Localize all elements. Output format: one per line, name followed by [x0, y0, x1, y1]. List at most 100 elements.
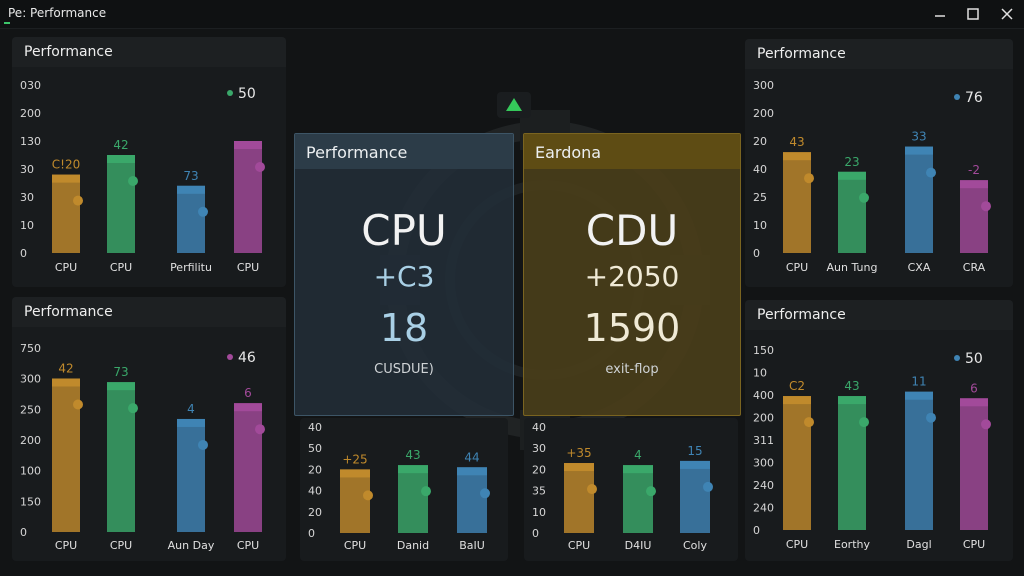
bar-cap [783, 396, 811, 405]
legend-dot [954, 94, 960, 100]
chart-bottom-center-left: 0 20 40 20 50 40 CPU +25 Danid 43 BaIU 44 [308, 421, 490, 552]
y-tick-label: 10 [20, 219, 34, 232]
y-tick-label: 10 [753, 367, 767, 380]
y-tick-label: 750 [20, 342, 41, 355]
x-tick-label: CPU [963, 538, 985, 551]
bar [783, 396, 811, 530]
y-tick-label: 150 [20, 495, 41, 508]
chart-top-left: 0 10 30 30 130 200 030 CPU C!20 CPU 42 Perfilitu 73 C… [20, 79, 265, 274]
y-tick-label: 20 [308, 506, 322, 519]
y-tick-label: 0 [20, 247, 27, 260]
bar-cap [783, 152, 811, 161]
bar-marker [73, 399, 83, 410]
bar-cap [234, 403, 262, 412]
bar [680, 460, 710, 533]
bar-marker [255, 162, 265, 172]
bar-marker [926, 167, 936, 178]
bar-marker [859, 192, 869, 203]
card-title: Performance [306, 143, 408, 162]
y-tick-label: 130 [20, 135, 41, 148]
y-tick-label: 20 [532, 463, 546, 476]
bar-marker [859, 417, 869, 428]
bar [960, 180, 988, 253]
data-label: 42 [58, 361, 73, 375]
card-value: 18 [379, 306, 429, 350]
bar-marker [703, 481, 713, 492]
bar [905, 146, 933, 253]
x-tick-label: CPU [237, 539, 259, 552]
x-tick-label: Coly [683, 539, 707, 552]
bar-cap [398, 465, 428, 474]
y-tick-label: 50 [308, 442, 322, 455]
data-label: 6 [970, 381, 978, 395]
x-tick-label: Aun Tung [827, 261, 878, 274]
y-tick-label: 10 [532, 506, 546, 519]
panel-bottom-center-right: 0 10 35 20 30 40 CPU +35 D4IU 4 Coly 15 [524, 418, 738, 561]
y-tick-label: 100 [20, 465, 41, 478]
card-caption: CUSDUE) [374, 362, 434, 377]
bar-marker [128, 403, 138, 414]
y-tick-label: 35 [532, 485, 546, 498]
y-tick-label: 40 [308, 485, 322, 498]
x-tick-label: CPU [237, 261, 259, 274]
title-bar: Pe: Performance [0, 0, 1024, 29]
y-tick-label: 30 [532, 442, 546, 455]
bar [623, 465, 653, 533]
data-label: +35 [566, 446, 591, 460]
x-tick-label: Danid [397, 539, 429, 552]
triangle-up-icon [497, 92, 531, 118]
data-label: 4 [634, 448, 642, 462]
y-tick-label: 40 [532, 421, 546, 434]
data-label: 33 [911, 130, 926, 144]
x-tick-label: CRA [963, 261, 986, 274]
card-metric: CPU [361, 206, 447, 255]
bar-marker [981, 419, 991, 430]
x-tick-label: Eorthy [834, 538, 870, 551]
legend-label: 76 [965, 90, 983, 106]
bar-marker [804, 173, 814, 184]
data-label: C!20 [52, 158, 80, 172]
y-tick-label: 030 [20, 79, 41, 92]
data-label: 42 [113, 138, 128, 152]
y-tick-label: 10 [753, 219, 767, 232]
x-tick-label: CPU [786, 261, 808, 274]
y-tick-label: 200 [753, 107, 774, 120]
maximize-icon[interactable] [961, 4, 985, 24]
y-tick-label: 300 [753, 79, 774, 92]
title-accent [4, 22, 10, 24]
y-tick-label: 200 [753, 412, 774, 425]
bar-cap [680, 460, 710, 469]
bar-marker [363, 490, 373, 501]
chart-bottom-right: 0 240 240 300 311 200 400 10 150 CPU C2 Eorthy 43 Dag… [753, 344, 991, 551]
bar-cap [177, 185, 205, 194]
legend-dot [227, 90, 233, 96]
minimize-icon[interactable] [928, 4, 952, 24]
y-tick-label: 300 [753, 457, 774, 470]
y-tick-label: 240 [753, 502, 774, 515]
bar [905, 391, 933, 530]
y-tick-label: 200 [20, 107, 41, 120]
bar-cap [905, 391, 933, 400]
panel-bottom-left: Performance 0 150 100 200 250 300 750 CPU 42 CPU 7… [12, 297, 286, 561]
card-caption: exit-flop [605, 362, 659, 377]
eardona-summary-card[interactable]: Eardona CDU +2050 1590 exit-flop [523, 133, 741, 416]
bar [457, 467, 487, 533]
bar-cap [905, 146, 933, 155]
x-tick-label: CPU [786, 538, 808, 551]
bar-cap [52, 174, 80, 183]
close-icon[interactable] [995, 4, 1019, 24]
bar [960, 398, 988, 530]
y-tick-label: 30 [20, 191, 34, 204]
bar [838, 396, 866, 530]
bar [234, 141, 262, 253]
bar-cap [838, 171, 866, 180]
card-metric: CDU [585, 206, 679, 255]
x-tick-label: Perfilitu [170, 261, 212, 274]
bar-marker [480, 488, 490, 499]
x-tick-label: CPU [110, 539, 132, 552]
cpu-summary-card[interactable]: Performance CPU +C3 18 CUSDUE) [294, 133, 514, 416]
y-tick-label: 250 [20, 403, 41, 416]
data-label: 43 [789, 135, 804, 149]
bar [340, 469, 370, 533]
data-label: 11 [911, 375, 926, 389]
